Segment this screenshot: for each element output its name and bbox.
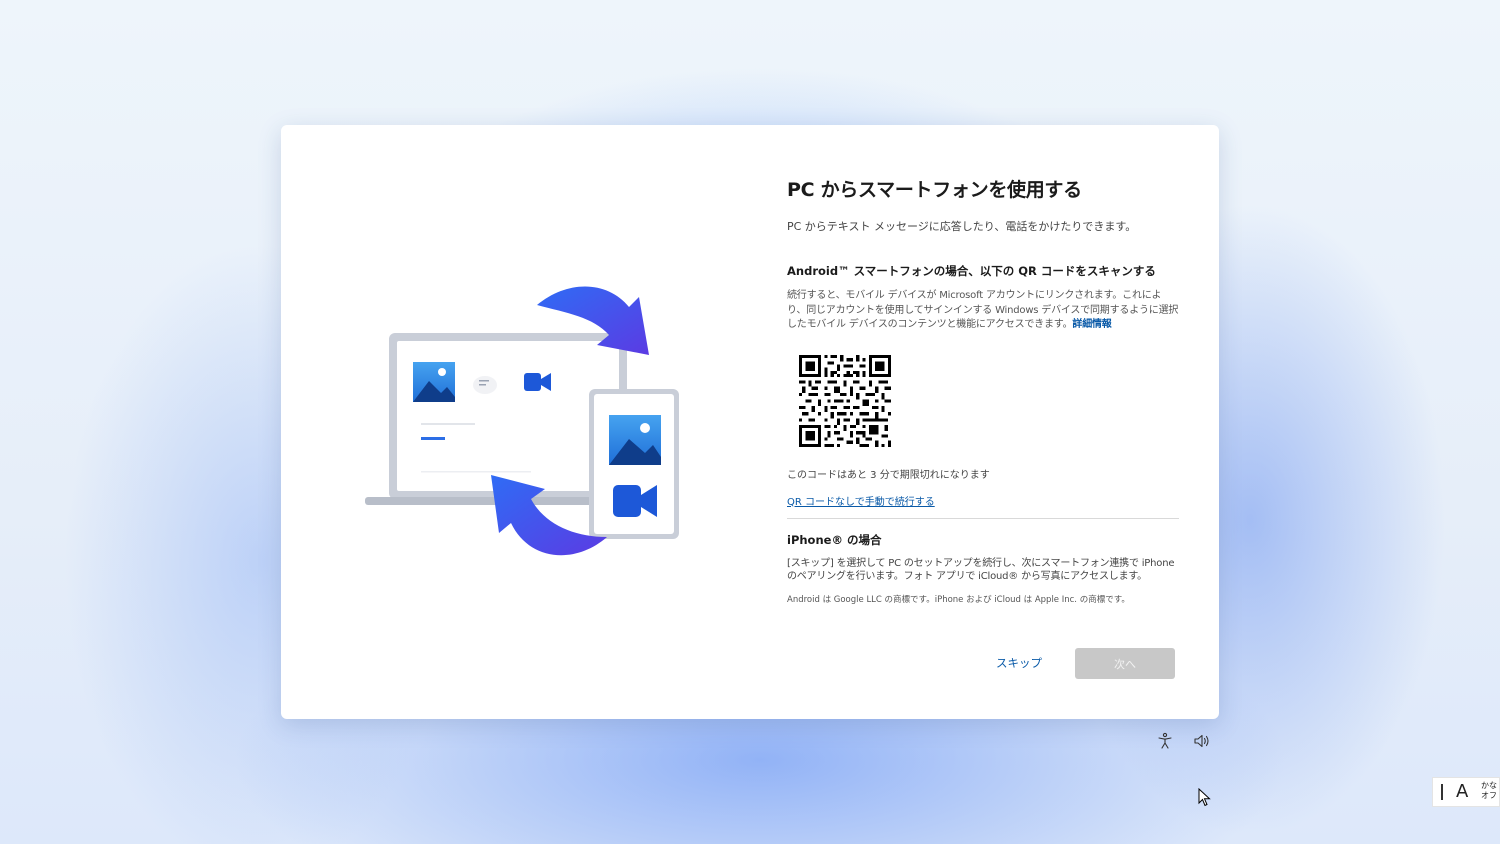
ime-mode-letter: A — [1456, 781, 1469, 802]
phone-device — [589, 389, 679, 539]
laptop-video-icon — [524, 373, 551, 391]
text-cursor-icon — [1441, 784, 1443, 800]
manual-continue-link[interactable]: QR コードなしで手動で続行する — [787, 493, 935, 508]
laptop-chat-icon — [473, 376, 497, 394]
section-divider — [787, 517, 1179, 519]
next-button[interactable]: 次へ — [1075, 648, 1175, 679]
phone-video-icon — [613, 485, 657, 517]
ime-kana-status: かな オフ — [1481, 781, 1497, 800]
phone-picture-icon — [609, 415, 661, 465]
page-title: PC からスマートフォンを使用する — [787, 179, 1082, 201]
setup-dialog: PC からスマートフォンを使用する PC からテキスト メッセージに応答したり、… — [281, 125, 1219, 719]
iphone-description: [スキップ] を選択して PC のセットアップを続行し、次にスマートフォン連携で… — [787, 557, 1175, 583]
phone-link-illustration — [365, 286, 679, 556]
android-description: 続行すると、モバイル デバイスが Microsoft アカウントにリンクされます… — [787, 290, 1179, 330]
trademark-notice: Android は Google LLC の商標です。iPhone および iC… — [787, 594, 1130, 605]
page-subtitle: PC からテキスト メッセージに応答したり、電話をかけたりできます。 — [787, 220, 1137, 233]
volume-icon[interactable] — [1193, 732, 1211, 750]
android-heading: Android™ スマートフォンの場合、以下の QR コードをスキャンする — [787, 264, 1156, 278]
accessibility-icon[interactable] — [1156, 732, 1174, 750]
qr-expire-text: このコードはあと 3 分で期限切れになります — [787, 469, 990, 481]
content-panel: PC からスマートフォンを使用する PC からテキスト メッセージに応答したり、… — [787, 177, 1179, 606]
learn-more-link[interactable]: 詳細情報 — [1072, 319, 1111, 330]
mouse-pointer-icon — [1198, 788, 1211, 807]
qr-code — [799, 354, 891, 447]
laptop-picture-icon — [413, 362, 455, 402]
ime-indicator[interactable]: A かな オフ — [1432, 777, 1500, 807]
iphone-heading: iPhone® の場合 — [787, 532, 882, 547]
skip-button[interactable]: スキップ — [981, 649, 1057, 677]
